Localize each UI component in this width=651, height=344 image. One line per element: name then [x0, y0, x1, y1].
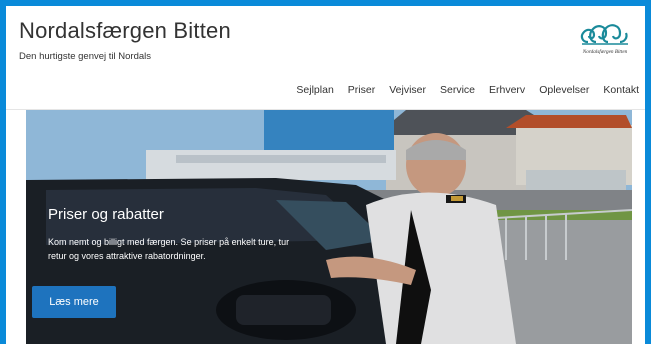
nav-item-sejlplan[interactable]: Sejlplan: [289, 84, 340, 96]
logo-text: Nordalsfærgen Bitten: [582, 49, 628, 55]
main-navigation: Sejlplan Priser Vejviser Service Erhverv…: [289, 84, 639, 96]
site-title[interactable]: Nordalsfærgen Bitten: [19, 18, 231, 44]
site-tagline: Den hurtigste genvej til Nordals: [19, 51, 152, 62]
page-frame: Nordalsfærgen Bitten Den hurtigste genve…: [6, 6, 645, 344]
hero-title: Priser og rabatter: [48, 206, 164, 223]
nav-item-priser[interactable]: Priser: [341, 84, 382, 96]
nav-item-erhverv[interactable]: Erhverv: [482, 84, 532, 96]
read-more-button[interactable]: Læs mere: [32, 286, 116, 318]
hero-slide[interactable]: Priser og rabatter Kom nemt og billigt m…: [26, 110, 632, 344]
nav-item-kontakt[interactable]: Kontakt: [596, 84, 639, 96]
hero-photo: [26, 110, 632, 344]
wave-logo-icon: [580, 24, 628, 45]
hero-description: Kom nemt og billigt med færgen. Se prise…: [48, 237, 290, 261]
site-logo[interactable]: Nordalsfærgen Bitten: [574, 20, 636, 62]
nav-item-oplevelser[interactable]: Oplevelser: [532, 84, 596, 96]
nav-item-vejviser[interactable]: Vejviser: [382, 84, 433, 96]
nav-item-service[interactable]: Service: [433, 84, 482, 96]
